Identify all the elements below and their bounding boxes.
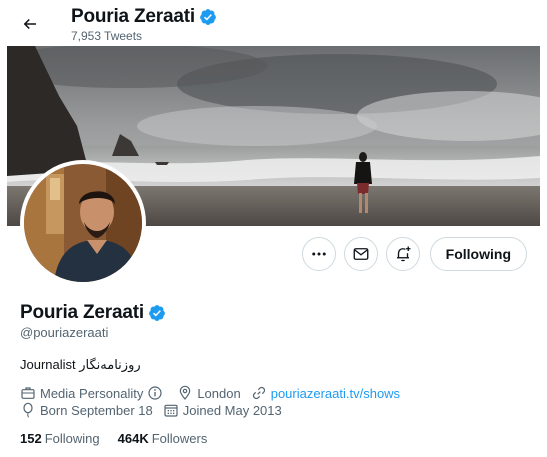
profile-meta-row-1: Media Personality London pouriazeraati.t…	[20, 385, 410, 401]
link-icon	[252, 386, 265, 400]
following-count: 152	[20, 431, 42, 446]
verified-badge-icon[interactable]	[148, 304, 166, 322]
envelope-icon	[353, 248, 369, 260]
avatar[interactable]	[20, 160, 146, 286]
birthday-item: Born September 18	[20, 402, 153, 418]
info-icon[interactable]	[147, 385, 163, 401]
tweet-count-value: 7,953	[71, 29, 102, 43]
message-button[interactable]	[343, 237, 378, 271]
profile-meta-row-2: Born September 18 Joined May 2013	[20, 402, 292, 418]
profile-bio: Journalist روزنامه‌نگار	[20, 357, 141, 372]
follow-stats: 152 Following 464K Followers	[20, 431, 225, 446]
top-bar: Pouria Zeraati 7,953 Tweets	[0, 0, 547, 46]
website-item: pouriazeraati.tv/shows	[251, 385, 400, 401]
following-button[interactable]: Following	[429, 237, 527, 271]
location-pin-icon	[180, 385, 191, 400]
tweet-count: 7,953 Tweets	[71, 29, 142, 43]
birthday-label: Born September 18	[40, 402, 153, 418]
followers-label: Followers	[151, 431, 208, 446]
balloon-icon	[23, 402, 33, 418]
following-link[interactable]: 152 Following	[20, 431, 100, 446]
joined-label: Joined May 2013	[182, 402, 282, 418]
profile-name-row: Pouria Zeraati	[20, 302, 166, 324]
bell-plus-icon	[396, 246, 411, 262]
profile-handle: @pouriazeraati	[20, 325, 109, 340]
profile-name: Pouria Zeraati	[20, 302, 144, 323]
joined-item: Joined May 2013	[163, 402, 282, 418]
tweet-count-label: Tweets	[104, 29, 143, 43]
briefcase-icon	[21, 387, 35, 399]
category-item: Media Personality	[20, 385, 167, 401]
location-label: London	[197, 385, 241, 401]
arrow-left-icon	[23, 18, 36, 30]
followers-count: 464K	[117, 431, 149, 446]
avatar-photo	[24, 164, 142, 282]
verified-badge-icon	[200, 9, 216, 25]
more-dots-icon	[311, 252, 326, 256]
header-name-row: Pouria Zeraati	[71, 6, 217, 28]
back-button[interactable]	[14, 8, 46, 40]
header-name: Pouria Zeraati	[71, 6, 195, 27]
website-link[interactable]: pouriazeraati.tv/shows	[271, 386, 400, 401]
notify-button[interactable]	[385, 237, 420, 271]
profile-actions: Following	[301, 237, 527, 271]
calendar-icon	[164, 404, 178, 417]
following-label: Following	[44, 431, 100, 446]
category-label: Media Personality	[40, 385, 144, 401]
more-button[interactable]	[301, 237, 336, 271]
location-item: London	[177, 385, 241, 401]
followers-link[interactable]: 464K Followers	[118, 431, 208, 446]
